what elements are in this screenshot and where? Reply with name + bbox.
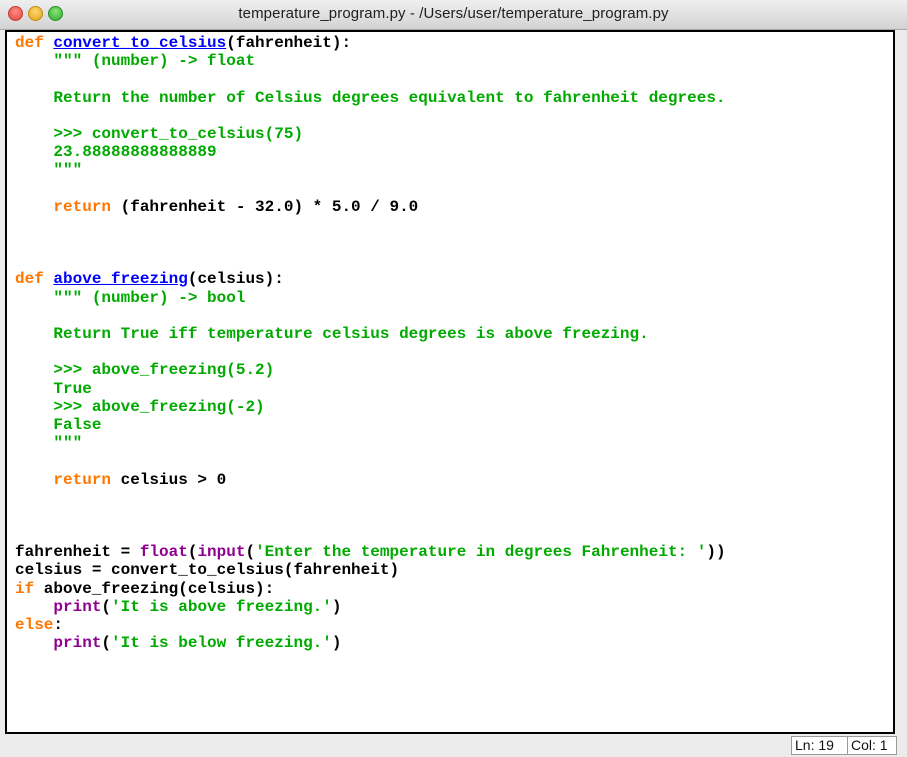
code-token: ( [245,543,256,562]
string-token: 23.88888888888889 [15,143,217,162]
code-line[interactable] [15,216,726,234]
string-token: 'Enter the temperature in degrees Fahren… [255,543,707,562]
code-line[interactable] [15,343,726,361]
keyword-token: else [15,616,54,634]
builtin-token: print [53,634,102,653]
code-line[interactable]: if above_freezing(celsius): [15,580,726,598]
string-token: 'It is above freezing.' [111,597,332,616]
code-line[interactable] [15,507,726,525]
code-text-area[interactable]: def convert_to_celsius(fahrenheit): """ … [15,34,726,652]
code-line[interactable]: print('It is above freezing.') [15,598,726,616]
code-line[interactable] [15,452,726,470]
string-token: """ (number) -> bool [53,288,246,307]
string-token: False [15,415,102,434]
string-token: True [15,379,92,398]
code-line[interactable]: return celsius > 0 [15,471,726,489]
code-token: ) [331,597,342,616]
definition-name-token: above_freezing [53,270,188,289]
builtin-token: print [53,597,102,616]
code-line[interactable] [15,70,726,88]
code-token: fahrenheit = [15,543,140,562]
definition-name-token: convert_to_celsius [53,34,227,52]
code-line[interactable]: False [15,416,726,434]
code-token: ( [101,597,112,616]
code-line[interactable] [15,107,726,125]
string-token: >>> above_freezing(5.2) [15,361,275,380]
string-token: Return True iff temperature celsius degr… [15,325,649,343]
idle-editor-window: temperature_program.py - /Users/user/tem… [0,0,907,757]
column-number-indicator: Col: 1 [847,736,897,755]
code-token: : [53,616,64,634]
string-token: """ [15,161,83,180]
code-token: ( [187,543,198,562]
string-token: 'It is below freezing.' [111,634,332,653]
code-token: )) [706,543,726,562]
window-title: temperature_program.py - /Users/user/tem… [238,5,669,22]
code-line[interactable]: >>> above_freezing(5.2) [15,361,726,379]
code-line[interactable]: """ [15,161,726,179]
code-line[interactable]: """ [15,434,726,452]
code-line[interactable] [15,234,726,252]
string-token: Return the number of Celsius degrees equ… [15,88,726,107]
code-line[interactable]: Return the number of Celsius degrees equ… [15,89,726,107]
code-line[interactable]: fahrenheit = float(input('Enter the temp… [15,543,726,561]
code-token: celsius = convert_to_celsius(fahrenheit) [15,561,400,580]
code-line[interactable] [15,489,726,507]
code-line[interactable] [15,252,726,270]
code-token: ) [331,634,342,653]
string-token: >>> above_freezing(-2) [15,397,265,416]
keyword-token: return [53,470,112,489]
code-line[interactable] [15,307,726,325]
code-line[interactable] [15,180,726,198]
code-line[interactable]: else: [15,616,726,634]
builtin-token: float [139,543,188,562]
code-token: ( [101,634,112,653]
code-line[interactable]: def convert_to_celsius(fahrenheit): [15,34,726,52]
string-token: >>> convert_to_celsius(75) [15,124,304,143]
builtin-token: input [197,543,246,562]
code-token: (fahrenheit): [226,34,352,52]
code-token: above_freezing(celsius): [34,579,275,598]
string-token: """ (number) -> float [53,52,256,71]
code-line[interactable]: >>> convert_to_celsius(75) [15,125,726,143]
code-token: (celsius): [187,270,284,289]
code-token: celsius > 0 [111,470,227,489]
keyword-token: if [15,579,35,598]
status-bar: Ln: 19 Col: 1 [0,734,907,757]
code-line[interactable]: print('It is below freezing.') [15,634,726,652]
code-line[interactable]: 23.88888888888889 [15,143,726,161]
string-token: """ [15,434,83,453]
keyword-token: def [15,270,44,289]
code-line[interactable]: >>> above_freezing(-2) [15,398,726,416]
code-line[interactable]: Return True iff temperature celsius degr… [15,325,726,343]
keyword-token: def [15,34,44,52]
code-line[interactable]: """ (number) -> float [15,52,726,70]
code-token: (fahrenheit - 32.0) * 5.0 / 9.0 [111,197,419,216]
keyword-token: return [53,197,112,216]
code-line[interactable] [15,525,726,543]
line-number-indicator: Ln: 19 [791,736,851,755]
code-line[interactable]: return (fahrenheit - 32.0) * 5.0 / 9.0 [15,198,726,216]
code-line[interactable]: True [15,380,726,398]
code-line[interactable]: celsius = convert_to_celsius(fahrenheit) [15,561,726,579]
code-line[interactable]: def above_freezing(celsius): [15,270,726,288]
code-line[interactable]: """ (number) -> bool [15,289,726,307]
code-editor[interactable]: def convert_to_celsius(fahrenheit): """ … [5,30,895,734]
title-bar[interactable]: temperature_program.py - /Users/user/tem… [0,0,907,30]
